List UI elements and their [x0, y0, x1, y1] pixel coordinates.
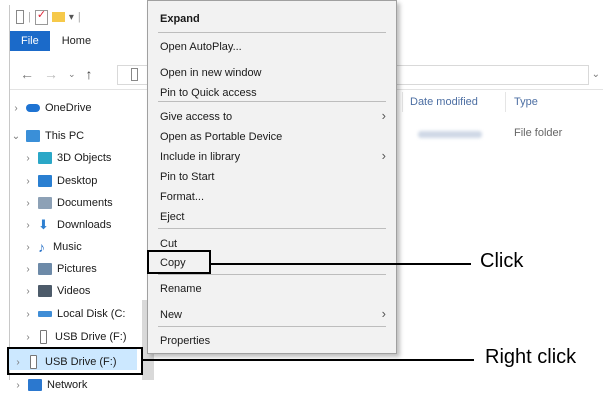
usb-drive-icon [40, 330, 47, 344]
download-icon: ⬇ [38, 217, 49, 232]
pc-icon [26, 130, 40, 142]
copy-highlight-box [147, 250, 211, 274]
sidebar-item-label: OneDrive [45, 102, 92, 114]
videos-icon [38, 285, 52, 297]
menu-item-pin-to-start[interactable]: Pin to Start [160, 168, 214, 186]
menu-separator [158, 326, 386, 327]
menu-item-rename[interactable]: Rename [160, 280, 202, 298]
recent-locations-icon[interactable]: ⌄ [68, 69, 76, 80]
address-dropdown-icon[interactable]: ⌄ [592, 69, 600, 80]
chevron-right-icon[interactable]: › [22, 153, 34, 164]
customize-toolbar-icon[interactable]: ▾ [69, 12, 74, 23]
chevron-right-icon[interactable]: › [10, 103, 22, 114]
sidebar-item-local-disk-c[interactable]: › Local Disk (C: [22, 304, 125, 324]
sidebar-item-label: Network [47, 379, 88, 391]
properties-check-icon[interactable]: ✓ [34, 9, 48, 25]
submenu-arrow-icon: › [381, 108, 386, 123]
sidebar-item-label: Videos [57, 285, 91, 297]
pictures-icon [38, 263, 52, 275]
context-menu: Expand Open AutoPlay... Open in new window… [147, 0, 397, 354]
forward-arrow-icon[interactable]: → [44, 66, 58, 82]
sidebar-item-this-pc[interactable]: ⌄ This PC [10, 126, 84, 146]
menu-item-format[interactable]: Format... [160, 188, 204, 206]
chevron-down-icon[interactable]: ⌄ [10, 131, 22, 142]
submenu-arrow-icon: › [381, 306, 386, 321]
new-folder-icon[interactable] [51, 12, 65, 22]
menu-separator [158, 228, 386, 229]
column-header-date-modified[interactable]: Date modified [410, 96, 478, 108]
menu-item-properties[interactable]: Properties [160, 332, 210, 350]
sidebar-item-label: Documents [57, 197, 113, 209]
chevron-right-icon[interactable]: › [22, 242, 34, 253]
menu-item-give-access-to[interactable]: Give access to [160, 108, 232, 126]
usb-callout-line [141, 359, 474, 361]
chevron-right-icon[interactable]: › [22, 332, 34, 343]
column-separator[interactable] [402, 92, 403, 112]
disk-icon [38, 311, 52, 317]
menu-separator [158, 32, 386, 33]
sidebar-item-onedrive[interactable]: › OneDrive [10, 98, 91, 118]
chevron-right-icon[interactable]: › [22, 176, 34, 187]
chevron-right-icon[interactable]: › [22, 309, 34, 320]
documents-icon [38, 197, 52, 209]
cube-icon [38, 152, 52, 164]
copy-callout-line [209, 263, 471, 265]
column-separator[interactable] [505, 92, 506, 112]
tab-file[interactable]: File [10, 31, 50, 51]
sidebar-item-label: Pictures [57, 263, 97, 275]
sidebar-item-downloads[interactable]: › ⬇ Downloads [22, 215, 111, 235]
type-value: File folder [514, 127, 563, 139]
desktop-icon [38, 175, 52, 187]
menu-item-open-as-portable-device[interactable]: Open as Portable Device [160, 128, 282, 146]
sidebar-item-label: 3D Objects [57, 152, 112, 164]
sidebar-item-music[interactable]: › ♪ Music [22, 237, 82, 257]
menu-item-pin-to-quick-access[interactable]: Pin to Quick access [160, 84, 257, 102]
chevron-right-icon[interactable]: › [22, 220, 34, 231]
chevron-right-icon[interactable]: › [22, 264, 34, 275]
menu-item-open-in-new-window[interactable]: Open in new window [160, 64, 262, 82]
sidebar-item-label: Local Disk (C: [57, 308, 126, 320]
sidebar-item-usb-drive-f[interactable]: › USB Drive (F:) [22, 327, 127, 347]
click-callout-label: Click [480, 250, 524, 272]
file-explorer-window: | ✓ ▾ | File Home ← → ⌄ ↑ ⌄ Date modifie… [0, 0, 603, 403]
tab-home[interactable]: Home [50, 32, 103, 50]
sidebar-item-videos[interactable]: › Videos [22, 281, 90, 301]
sidebar-item-label: Music [53, 241, 82, 253]
drive-icon[interactable] [16, 10, 24, 24]
back-arrow-icon[interactable]: ← [20, 66, 34, 82]
music-icon: ♪ [38, 239, 45, 255]
network-icon [28, 379, 42, 391]
menu-item-include-in-library[interactable]: Include in library [160, 148, 240, 166]
sidebar-item-label: Desktop [57, 175, 98, 187]
sidebar-item-label: USB Drive (F:) [55, 331, 127, 343]
chevron-right-icon[interactable]: › [22, 198, 34, 209]
sidebar-item-network[interactable]: › Network [12, 375, 87, 395]
menu-item-open-autoplay[interactable]: Open AutoPlay... [160, 38, 242, 56]
right-click-callout-label: Right click [485, 346, 577, 368]
sidebar-item-pictures[interactable]: › Pictures [22, 259, 97, 279]
chevron-right-icon[interactable]: › [22, 286, 34, 297]
menu-item-expand[interactable]: Expand [160, 10, 200, 28]
chevron-right-icon[interactable]: › [12, 380, 24, 391]
onedrive-icon [26, 104, 40, 112]
menu-separator [158, 274, 386, 275]
sidebar-item-3d-objects[interactable]: › 3D Objects [22, 148, 111, 168]
sidebar-item-label: Downloads [57, 219, 112, 231]
menu-item-new[interactable]: New [160, 306, 182, 324]
sidebar-item-label: This PC [45, 130, 85, 142]
column-header-type[interactable]: Type [514, 96, 538, 108]
sidebar-item-documents[interactable]: › Documents [22, 193, 113, 213]
up-arrow-icon[interactable]: ↑ [86, 66, 93, 82]
menu-item-eject[interactable]: Eject [160, 208, 184, 226]
menu-separator [158, 101, 386, 102]
sidebar-item-desktop[interactable]: › Desktop [22, 171, 97, 191]
address-drive-icon [131, 68, 138, 81]
date-value [418, 131, 482, 138]
submenu-arrow-icon: › [381, 148, 386, 163]
usb-drive-highlight-box [7, 347, 143, 375]
